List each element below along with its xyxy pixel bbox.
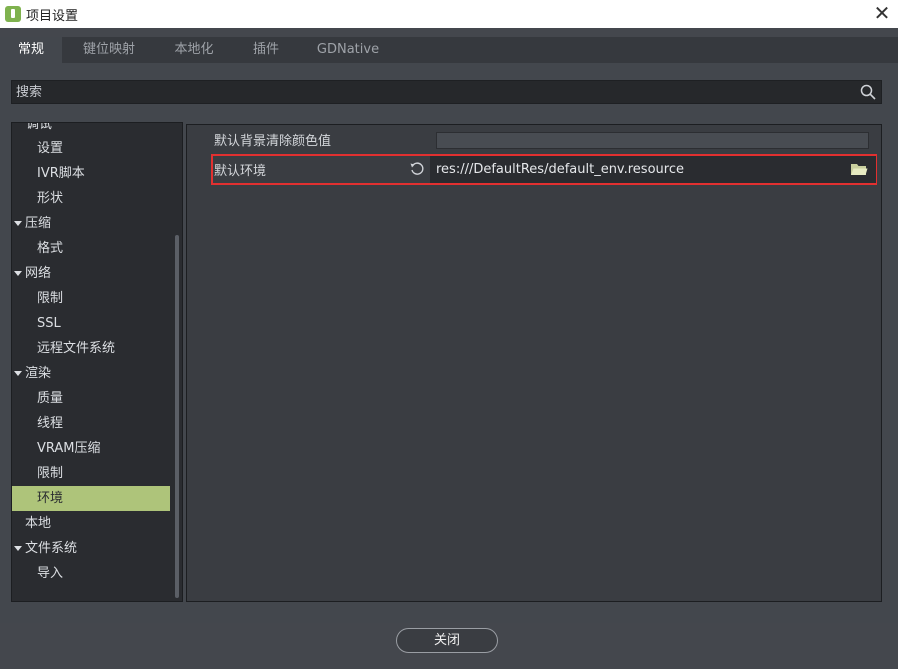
tab-plugins[interactable]: 插件 [240,37,292,63]
tree-item-label: SSL [37,316,61,331]
tree-item-ssl[interactable]: SSL [12,311,170,336]
tree-item-label: 格式 [37,241,64,256]
window-title: 项目设置 [26,9,79,24]
revert-icon[interactable] [409,161,425,177]
tree-item-label: 渲染 [25,366,52,381]
tab-gdnative[interactable]: GDNative [306,37,390,63]
tree-item-label: 限制 [37,466,64,481]
search-icon[interactable] [860,84,876,100]
tree-item-ivr-script[interactable]: IVR脚本 [12,161,170,186]
tree-item-remote-fs[interactable]: 远程文件系统 [12,336,170,361]
tab-localization[interactable]: 本地化 [162,37,226,63]
tree-item-import[interactable]: 导入 [12,561,170,586]
tab-input-map[interactable]: 键位映射 [70,37,148,63]
tree-item-label: 文件系统 [25,541,78,556]
tree-item-render-limits[interactable]: 限制 [12,461,170,486]
tree-item-filesystem[interactable]: 文件系统 [12,536,170,561]
search-box [11,80,882,104]
expand-arrow-icon[interactable] [14,221,22,226]
title-bar: 项目设置 ✕ [0,0,898,28]
tree-item-locale[interactable]: 本地 [12,511,170,536]
tree-item-rendering[interactable]: 渲染 [12,361,170,386]
tree-item-environment[interactable]: 环境 [12,486,170,511]
tree-item-shapes[interactable]: 形状 [12,186,170,211]
close-button[interactable]: 关闭 [396,628,498,653]
expand-arrow-icon[interactable] [14,271,22,276]
tree-item-label: 导入 [37,566,64,581]
tree-item-network-limits[interactable]: 限制 [12,286,170,311]
tree-item-label: 形状 [37,191,64,206]
tree-item-label: 质量 [37,391,64,406]
tree-item-threads[interactable]: 线程 [12,411,170,436]
property-inspector [186,124,882,602]
tab-bar: 常规 键位映射 本地化 插件 GDNative [0,37,898,63]
expand-arrow-icon[interactable] [14,546,22,551]
tree-item-formats[interactable]: 格式 [12,236,170,261]
tree-scrollbar[interactable] [175,235,179,598]
search-input[interactable] [16,81,846,103]
tree-item-debug[interactable]: 调试 [12,122,170,137]
expand-arrow-icon[interactable] [14,371,22,376]
clear-color-label: 默认背景清除颜色值 [214,134,332,149]
tree-item-label: 网络 [25,266,52,281]
tree-item-label: 压缩 [25,216,52,231]
tab-general[interactable]: 常规 [0,37,62,63]
tree-item-settings[interactable]: 设置 [12,136,170,161]
environment-label: 默认环境 [214,164,267,179]
tree-item-label: 限制 [37,291,64,306]
folder-icon[interactable] [850,161,868,177]
category-tree: 调试 设置 IVR脚本 形状 压缩 格式 网络 限制 SSL 远程文件系统 渲染… [11,122,183,602]
tree-item-label: 调试 [26,122,53,132]
godot-app-icon [5,6,21,22]
tree-item-label: 线程 [37,416,64,431]
tree-item-network[interactable]: 网络 [12,261,170,286]
environment-path: res:///DefaultRes/default_env.resource [436,162,684,177]
tree-item-label: 设置 [37,141,64,156]
tree-item-label: 远程文件系统 [37,341,116,356]
tree-item-label: VRAM压缩 [37,441,101,456]
tree-item-label: 本地 [25,516,52,531]
tree-item-label: IVR脚本 [37,166,85,181]
window-close-icon[interactable]: ✕ [870,2,894,26]
tree-item-compression[interactable]: 压缩 [12,211,170,236]
tree-item-quality[interactable]: 质量 [12,386,170,411]
clear-color-picker[interactable] [436,132,869,149]
tree-item-label: 环境 [37,491,64,506]
tree-item-vram-compression[interactable]: VRAM压缩 [12,436,170,461]
